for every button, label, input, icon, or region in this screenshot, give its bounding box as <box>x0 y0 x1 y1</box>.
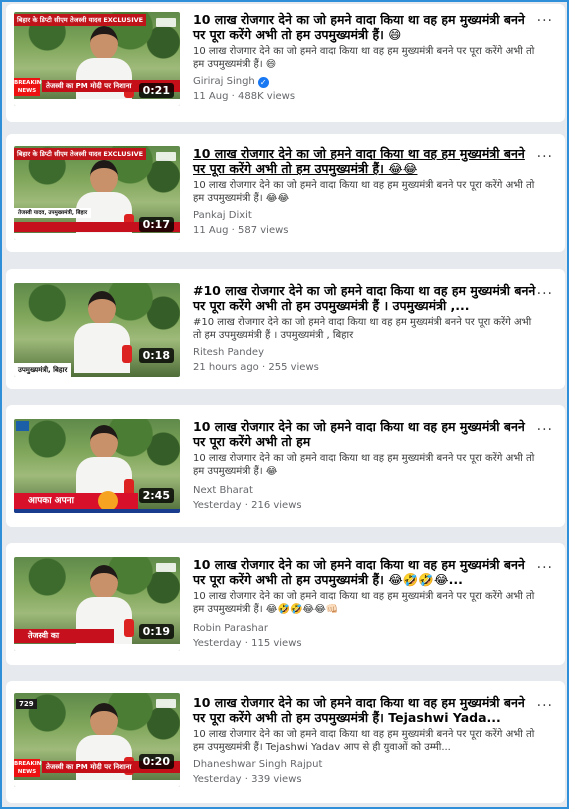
video-thumbnail[interactable]: बिहार के डिप्टी सीएम तेजस्वी यादव EXCLUS… <box>14 12 180 106</box>
thumbnail-caption: तेजस्वी यादव, उपमुख्यमंत्री, बिहार <box>14 208 92 218</box>
thumbnail-caption: उपमुख्यमंत्री, बिहार <box>14 363 72 377</box>
author-name[interactable]: Dhaneshwar Singh Rajput <box>193 759 322 770</box>
more-options-icon[interactable]: ··· <box>537 150 553 164</box>
thumbnail-footer-strip <box>14 99 180 106</box>
channel-logo-icon <box>156 152 176 161</box>
author-name[interactable]: Giriraj Singh <box>193 76 255 87</box>
meta-separator: · <box>228 225 238 236</box>
speaker-figure <box>76 26 134 106</box>
video-author[interactable]: Giriraj Singh ✓ <box>193 75 269 88</box>
video-result-card[interactable]: आपका अपना 2:45 10 लाख रोजगार देने का जो … <box>6 405 565 527</box>
verified-badge-icon: ✓ <box>257 77 269 88</box>
video-duration: 0:20 <box>138 754 174 769</box>
more-options-icon[interactable]: ··· <box>537 14 553 28</box>
more-options-icon[interactable]: ··· <box>537 287 553 301</box>
speaker-figure <box>74 291 132 373</box>
upload-date: 11 Aug <box>193 225 229 236</box>
video-description: 10 लाख रोजगार देने का जो हमने वादा किया … <box>193 46 535 70</box>
video-author[interactable]: Ritesh Pandey <box>193 346 264 359</box>
video-author[interactable]: Robin Parashar <box>193 622 268 635</box>
channel-logo-icon <box>156 18 176 27</box>
video-author[interactable]: Pankaj Dixit <box>193 209 252 222</box>
author-name[interactable]: Pankaj Dixit <box>193 210 252 221</box>
video-thumbnail[interactable]: उपमुख्यमंत्री, बिहार 0:18 <box>14 283 180 377</box>
video-meta: 11 Aug · 488K views <box>193 90 295 103</box>
channel-logo-icon <box>156 699 176 708</box>
meta-separator: · <box>241 638 252 649</box>
upload-date: Yesterday <box>193 500 242 511</box>
thumbnail-red-bar: आपका अपना <box>14 493 138 509</box>
thumbnail-footer-strip <box>14 509 180 513</box>
author-name[interactable]: Ritesh Pandey <box>193 347 264 358</box>
upload-date: Yesterday <box>193 774 242 785</box>
more-options-icon[interactable]: ··· <box>537 561 553 575</box>
video-meta: Yesterday · 339 views <box>193 773 302 786</box>
video-result-card[interactable]: उपमुख्यमंत्री, बिहार 0:18 #10 लाख रोजगार… <box>6 269 565 389</box>
upload-date: Yesterday <box>193 638 242 649</box>
video-thumbnail[interactable]: तेजस्वी का 0:19 <box>14 557 180 651</box>
view-count: 488K views <box>237 91 296 102</box>
thumbnail-top-banner: बिहार के डिप्टी सीएम तेजस्वी यादव EXCLUS… <box>14 14 147 26</box>
video-title[interactable]: #10 लाख रोजगार देने का जो हमने वादा किया… <box>193 283 537 313</box>
meta-separator: · <box>258 362 269 373</box>
video-meta: Yesterday · 216 views <box>193 499 302 512</box>
video-duration: 0:19 <box>138 624 174 639</box>
video-author[interactable]: Next Bharat <box>193 484 253 497</box>
video-meta: 21 hours ago · 255 views <box>193 361 319 374</box>
channel-badge-icon <box>98 491 118 511</box>
video-description: 10 लाख रोजगार देने का जो हमने वादा किया … <box>193 729 535 753</box>
upload-date: 21 hours ago <box>193 362 259 373</box>
thumbnail-footer-strip <box>14 780 180 787</box>
meta-separator: · <box>241 774 252 785</box>
author-name[interactable]: Robin Parashar <box>193 623 268 634</box>
video-title[interactable]: 10 लाख रोजगार देने का जो हमने वादा किया … <box>193 419 537 449</box>
video-duration: 0:18 <box>138 348 174 363</box>
video-duration: 0:21 <box>138 83 174 98</box>
video-title[interactable]: 10 लाख रोजगार देने का जो हमने वादा किया … <box>193 146 537 176</box>
view-count: 115 views <box>251 638 302 649</box>
upload-date: 11 Aug <box>193 91 229 102</box>
video-duration: 2:45 <box>138 488 174 503</box>
video-description: 10 लाख रोजगार देने का जो हमने वादा किया … <box>193 453 535 477</box>
thumbnail-footer-strip <box>14 644 180 651</box>
video-duration: 0:17 <box>138 217 174 232</box>
view-count: 216 views <box>251 500 302 511</box>
video-meta: 11 Aug · 587 views <box>193 224 289 237</box>
video-title[interactable]: 10 लाख रोजगार देने का जो हमने वादा किया … <box>193 557 537 587</box>
breaking-news-tag: BREAKING NEWS <box>14 759 46 777</box>
video-result-card[interactable]: बिहार के डिप्टी सीएम तेजस्वी यादव EXCLUS… <box>6 4 565 122</box>
thumbnail-red-bar: तेजस्वी का <box>14 629 114 643</box>
video-meta: Yesterday · 115 views <box>193 637 302 650</box>
view-count: 255 views <box>268 362 319 373</box>
more-options-icon[interactable]: ··· <box>537 699 553 713</box>
video-description: #10 लाख रोजगार देने का जो हमने वादा किया… <box>193 317 532 341</box>
view-count: 339 views <box>251 774 302 785</box>
thumbnail-top-banner: बिहार के डिप्टी सीएम तेजस्वी यादव EXCLUS… <box>14 148 147 160</box>
video-result-card[interactable]: बिहार के डिप्टी सीएम तेजस्वी यादव EXCLUS… <box>6 134 565 252</box>
video-title[interactable]: 10 लाख रोजगार देने का जो हमने वादा किया … <box>193 12 537 42</box>
video-title[interactable]: 10 लाख रोजगार देने का जो हमने वादा किया … <box>193 695 537 725</box>
video-thumbnail[interactable]: बिहार के डिप्टी सीएम तेजस्वी यादव EXCLUS… <box>14 146 180 240</box>
thumbnail-footer-strip <box>14 233 180 240</box>
channel-logo-icon <box>16 421 30 431</box>
meta-separator: · <box>228 91 238 102</box>
channel-logo-icon <box>156 563 176 572</box>
view-count: 587 views <box>237 225 289 236</box>
video-thumbnail[interactable]: 729 BREAKING NEWS तेजस्वी का PM मोदी पर … <box>14 693 180 787</box>
video-description: 10 लाख रोजगार देने का जो हमने वादा किया … <box>193 180 535 204</box>
meta-separator: · <box>241 500 252 511</box>
video-result-card[interactable]: 729 BREAKING NEWS तेजस्वी का PM मोदी पर … <box>6 681 565 803</box>
results-frame: बिहार के डिप्टी सीएम तेजस्वी यादव EXCLUS… <box>0 0 569 809</box>
author-name[interactable]: Next Bharat <box>193 485 253 496</box>
more-options-icon[interactable]: ··· <box>537 423 553 437</box>
video-author[interactable]: Dhaneshwar Singh Rajput <box>193 758 322 771</box>
video-result-card[interactable]: तेजस्वी का 0:19 10 लाख रोजगार देने का जो… <box>6 543 565 665</box>
video-description: 10 लाख रोजगार देने का जो हमने वादा किया … <box>193 591 535 615</box>
video-thumbnail[interactable]: आपका अपना 2:45 <box>14 419 180 513</box>
breaking-news-tag: BREAKING NEWS <box>14 78 46 96</box>
thumbnail-number-badge: 729 <box>16 699 37 709</box>
